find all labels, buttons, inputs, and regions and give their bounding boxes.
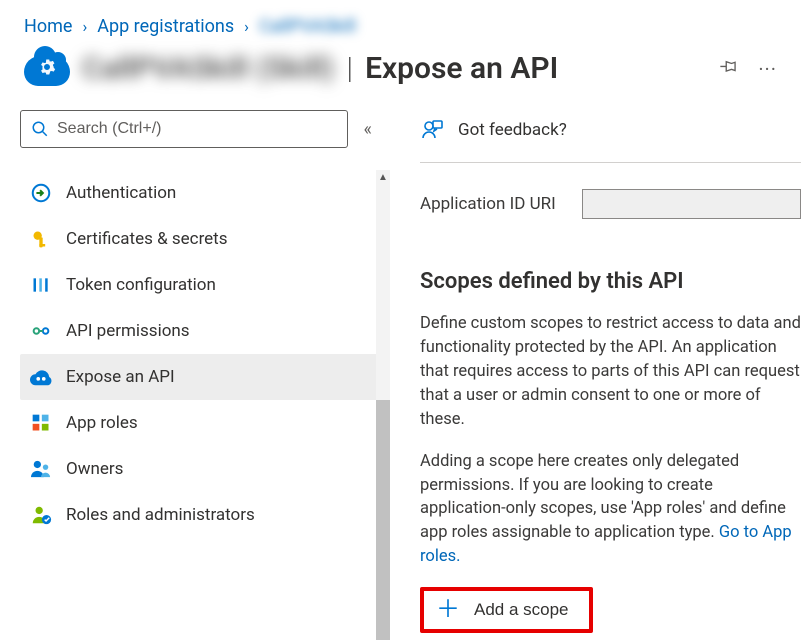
sidebar-item-label: Roles and administrators (66, 505, 255, 525)
more-icon[interactable]: ··· (758, 57, 777, 81)
application-id-uri-row: Application ID URI (420, 189, 801, 219)
page-title: Expose an API (365, 51, 558, 86)
feedback-link[interactable]: Got feedback? (420, 110, 801, 150)
search-input[interactable] (57, 120, 337, 138)
sidebar-item-api-permissions[interactable]: API permissions (20, 308, 390, 354)
application-id-uri-input[interactable] (582, 189, 801, 219)
roles-admins-icon (30, 504, 52, 526)
sidebar-item-label: Owners (66, 459, 123, 479)
sidebar-scrollbar[interactable]: ▲ (376, 170, 390, 581)
sidebar: « Authentication Certificates & secrets … (0, 110, 390, 581)
sidebar-item-label: Expose an API (66, 367, 175, 387)
add-scope-button[interactable]: ＋ Add a scope (420, 587, 593, 633)
scopes-description-2: Adding a scope here creates only delegat… (420, 450, 801, 570)
scopes-heading: Scopes defined by this API (420, 269, 801, 294)
sidebar-item-label: API permissions (66, 321, 190, 341)
pin-icon[interactable] (718, 57, 738, 81)
sidebar-item-owners[interactable]: Owners (20, 446, 390, 492)
scrollbar-thumb[interactable] (376, 400, 390, 640)
sidebar-item-app-roles[interactable]: App roles (20, 400, 390, 446)
breadcrumb: Home › App registrations › CallPVASkill (0, 0, 801, 51)
feedback-label: Got feedback? (458, 120, 567, 140)
app-roles-icon (30, 412, 52, 434)
sidebar-item-label: App roles (66, 413, 138, 433)
sidebar-item-roles-admins[interactable]: Roles and administrators (20, 492, 390, 538)
authentication-icon (30, 182, 52, 204)
sidebar-item-certificates[interactable]: Certificates & secrets (20, 216, 390, 262)
owners-icon (30, 458, 52, 480)
breadcrumb-home[interactable]: Home (24, 16, 72, 37)
breadcrumb-app-name[interactable]: CallPVASkill (259, 16, 356, 37)
collapse-sidebar-icon[interactable]: « (364, 119, 372, 140)
app-name-title: CallPVASkill (Skill) (82, 54, 334, 84)
expose-api-icon (30, 366, 52, 388)
sidebar-item-authentication[interactable]: Authentication (20, 170, 390, 216)
search-input-wrapper[interactable] (20, 110, 348, 148)
sidebar-item-label: Authentication (66, 183, 176, 203)
sidebar-item-label: Token configuration (66, 275, 216, 295)
api-permissions-icon (30, 320, 52, 342)
sidebar-item-label: Certificates & secrets (66, 229, 228, 249)
sidebar-nav: Authentication Certificates & secrets To… (20, 170, 390, 538)
page-header: CallPVASkill (Skill) | Expose an API ··· (0, 51, 801, 110)
feedback-icon (420, 118, 444, 142)
chevron-right-icon: › (82, 17, 87, 36)
cloud-app-icon (24, 52, 70, 86)
sidebar-item-expose-api[interactable]: Expose an API (20, 354, 390, 400)
add-scope-label: Add a scope (474, 600, 569, 620)
breadcrumb-app-registrations[interactable]: App registrations (97, 16, 234, 37)
title-separator: | (346, 51, 353, 86)
sidebar-item-token-config[interactable]: Token configuration (20, 262, 390, 308)
application-id-uri-label: Application ID URI (420, 194, 556, 214)
key-icon (30, 228, 52, 250)
chevron-right-icon: › (244, 17, 249, 36)
divider (420, 162, 801, 163)
scroll-up-arrow-icon[interactable]: ▲ (376, 170, 390, 184)
scopes-description-1: Define custom scopes to restrict access … (420, 312, 801, 432)
token-config-icon (30, 274, 52, 296)
plus-icon: ＋ (436, 598, 460, 622)
search-icon (31, 120, 49, 138)
main-panel: Got feedback? Application ID URI Scopes … (390, 110, 801, 581)
